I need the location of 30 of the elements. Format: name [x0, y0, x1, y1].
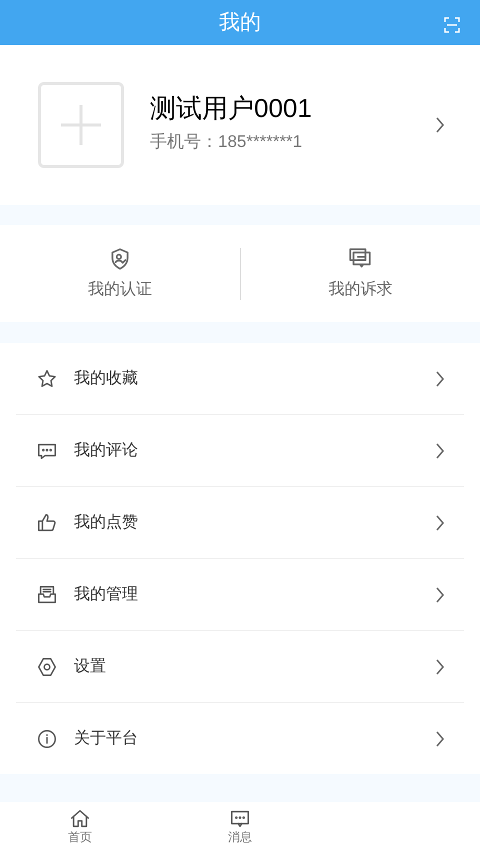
scan-button[interactable]	[444, 17, 460, 33]
menu-item[interactable]: 我的评论	[16, 415, 464, 486]
chevron-right-icon	[434, 730, 446, 748]
user-name: 测试用户0001	[150, 95, 313, 122]
menu-item[interactable]: 我的点赞	[16, 487, 464, 558]
info-icon	[36, 728, 58, 750]
menu-item[interactable]: 关于平台	[16, 703, 464, 774]
menu-item[interactable]: 设置	[16, 631, 464, 702]
shortcut-button[interactable]: 我的认证	[88, 246, 152, 302]
shortcut-button[interactable]: 我的诉求	[328, 246, 392, 302]
profile-card[interactable]: 测试用户0001 手机号：185*******1	[0, 45, 480, 205]
message-icon	[229, 808, 251, 830]
home-icon	[69, 808, 91, 830]
thumbs-up-icon	[36, 512, 58, 534]
star-icon	[36, 368, 58, 390]
plus-icon	[59, 103, 103, 147]
chevron-right-icon	[434, 658, 446, 676]
chevron-right-icon	[434, 586, 446, 604]
tab-item[interactable]: 首页	[0, 802, 160, 854]
chevron-right-icon	[434, 116, 446, 134]
inbox-icon	[36, 584, 58, 606]
chevron-right-icon	[434, 370, 446, 388]
menu-item[interactable]: 我的收藏	[16, 343, 464, 414]
tab-item[interactable]: 消息	[160, 802, 320, 854]
page-title: 我的	[219, 10, 261, 36]
phone-number: 手机号：185*******1	[150, 131, 304, 154]
menu-item[interactable]: 我的管理	[16, 559, 464, 630]
chevron-right-icon	[434, 442, 446, 460]
settings-icon	[36, 656, 58, 678]
chevron-right-icon	[434, 514, 446, 532]
